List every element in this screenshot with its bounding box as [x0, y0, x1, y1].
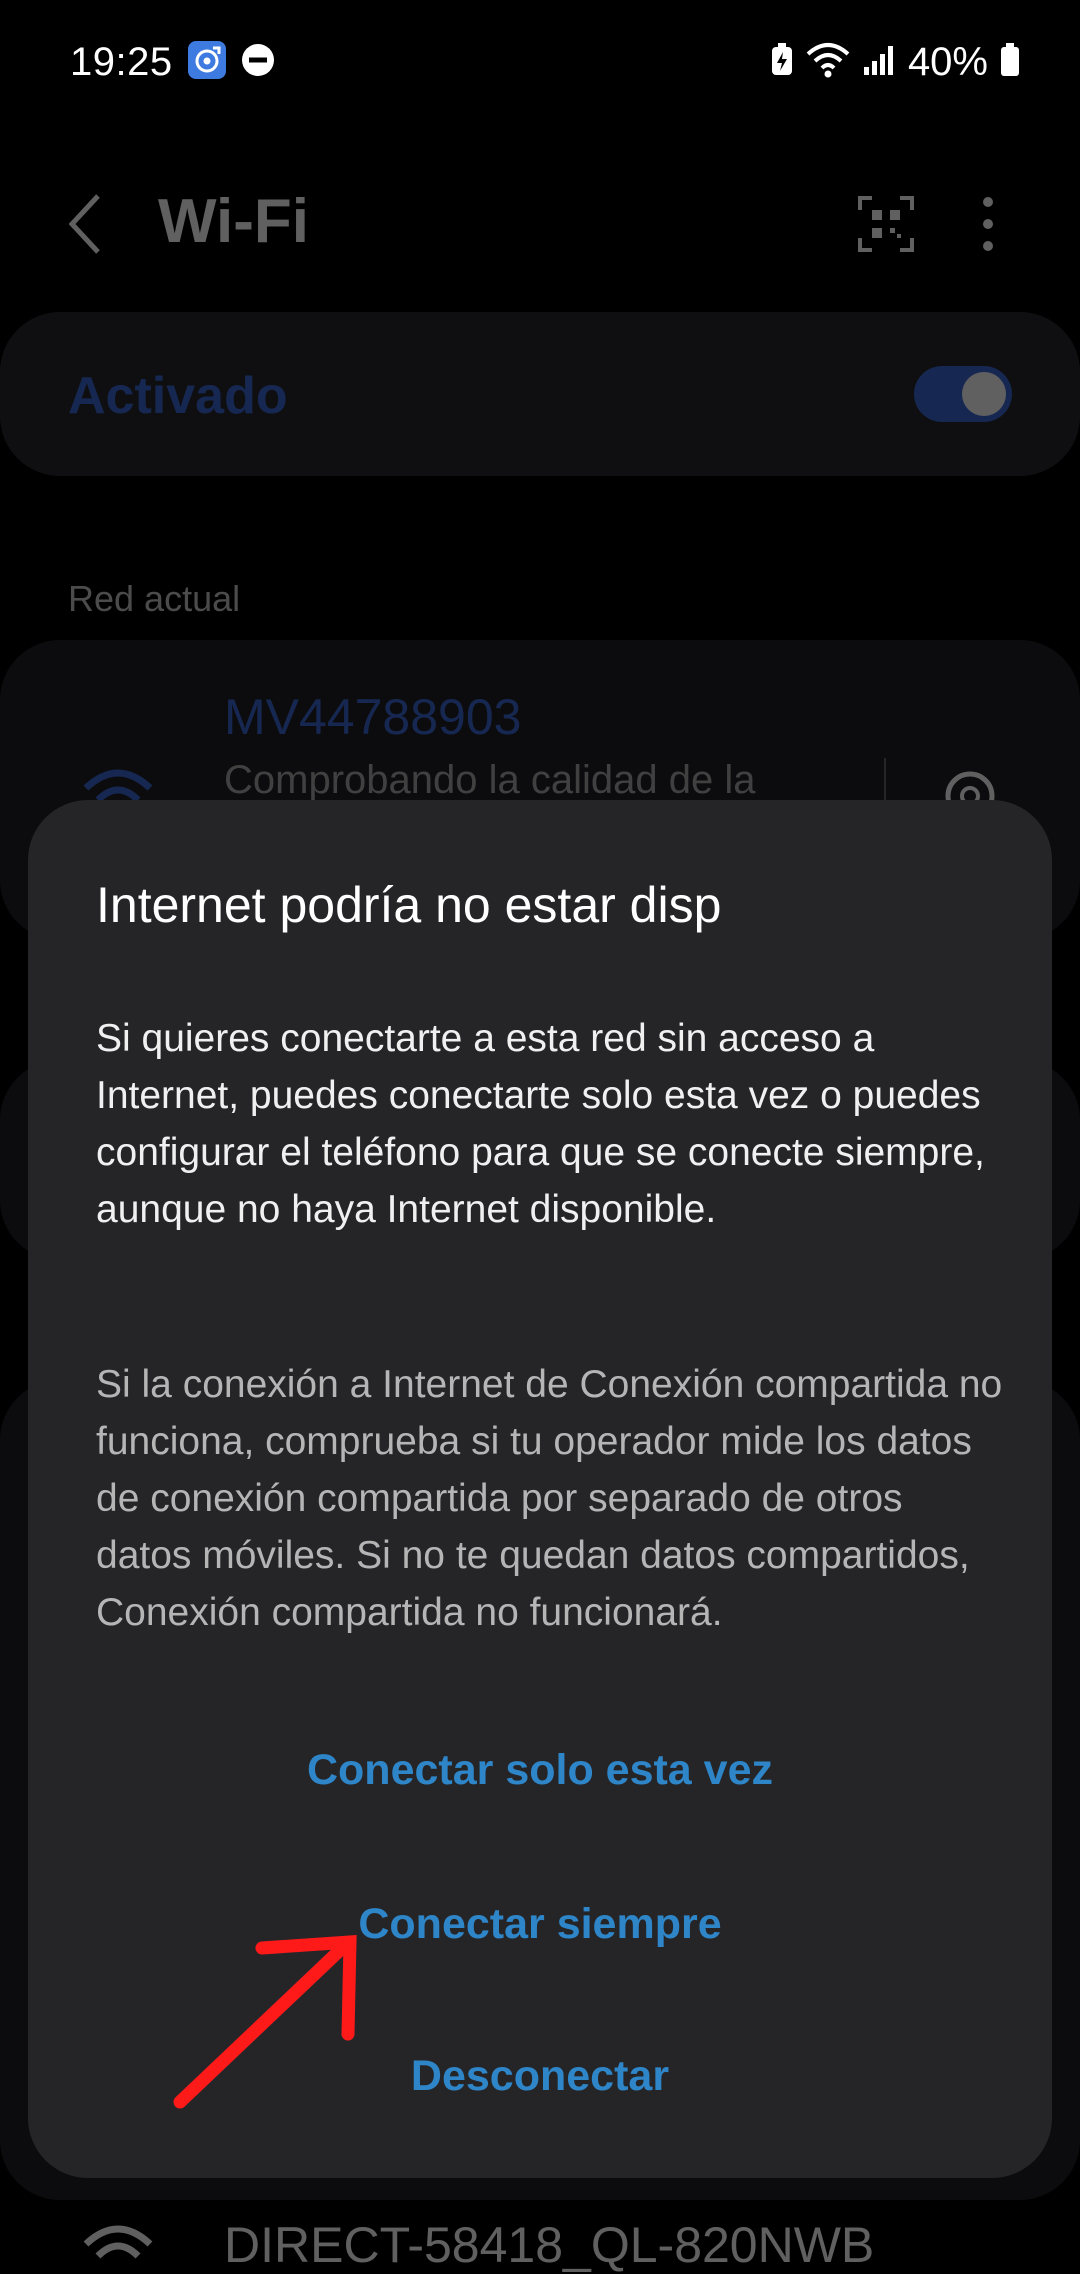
wifi-signal-icon — [806, 42, 850, 83]
battery-percentage: 40% — [907, 39, 988, 84]
status-time: 19:25 — [70, 39, 173, 84]
more-options-icon[interactable] — [978, 196, 998, 257]
status-bar: 19:25 40% — [70, 34, 1020, 90]
back-arrow-icon[interactable] — [66, 192, 106, 261]
wifi-toggle-label: Activado — [68, 367, 288, 425]
divider — [884, 758, 886, 804]
current-network-name: MV44788903 — [224, 689, 522, 745]
dialog-message: Si quieres conectarte a esta red sin acc… — [96, 1017, 985, 1231]
cellular-signal-icon — [862, 43, 896, 82]
red-arrow-annotation-icon — [170, 1930, 370, 2115]
section-current-network: Red actual — [68, 578, 241, 619]
dialog-title: Internet podría no estar disp — [96, 877, 722, 933]
battery-saver-icon — [770, 42, 794, 82]
wifi-toggle-switch[interactable] — [914, 366, 1012, 422]
connect-once-button[interactable]: Conectar solo esta vez — [28, 1746, 1052, 1795]
app-notification-icon — [187, 40, 227, 85]
do-not-disturb-icon — [241, 43, 275, 82]
current-network-status: Comprobando la calidad de la — [224, 758, 756, 802]
available-network-name[interactable]: DIRECT-58418_QL-820NWB — [224, 2216, 874, 2274]
page-title: Wi-Fi — [158, 187, 309, 256]
dialog-note: Si la conexión a Internet de Conexión co… — [96, 1363, 1003, 1634]
switch-knob — [962, 372, 1006, 416]
battery-icon — [1000, 42, 1020, 82]
network-wifi-icon-bottom — [82, 2220, 154, 2265]
qr-scan-icon[interactable] — [858, 196, 914, 257]
